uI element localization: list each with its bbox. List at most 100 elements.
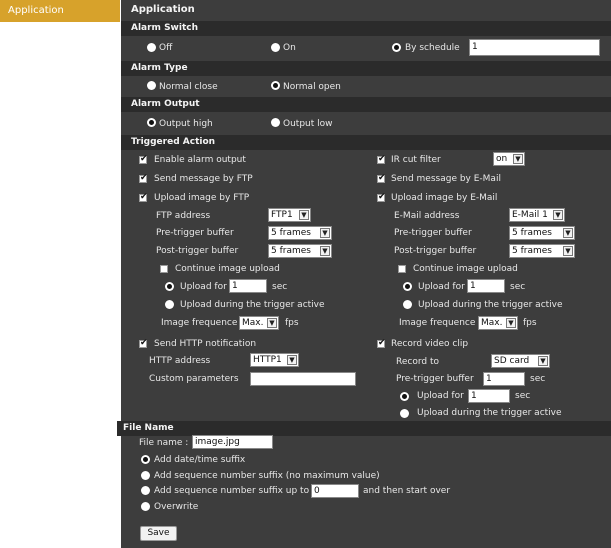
ftp-pre-trigger-select[interactable]: 5 frames ▼ xyxy=(268,226,332,240)
http-notification-label: Send HTTP notification xyxy=(154,339,257,349)
ftp-upload-for-radio[interactable] xyxy=(165,282,174,291)
alarm-type-normal-close-radio[interactable] xyxy=(147,81,156,90)
ftp-continue-upload-checkbox[interactable] xyxy=(160,265,168,273)
alarm-output-low-radio[interactable] xyxy=(271,118,280,127)
email-upload-during-label: Upload during the trigger active xyxy=(418,300,563,310)
alarm-type-normal-open-radio[interactable] xyxy=(271,81,280,90)
ftp-pre-trigger-label: Pre-trigger buffer xyxy=(156,228,234,238)
video-upload-for-input[interactable]: 1 xyxy=(468,389,510,403)
upload-email-label: Upload image by E-Mail xyxy=(391,193,498,203)
record-video-checkbox[interactable] xyxy=(377,338,386,348)
ftp-post-trigger-value: 5 frames xyxy=(271,246,311,256)
ftp-upload-during-radio[interactable] xyxy=(165,300,174,309)
http-address-select[interactable]: HTTP1 ▼ xyxy=(250,353,299,367)
alarm-type-normal-close-label: Normal close xyxy=(159,82,218,92)
send-email-label: Send message by E-Mail xyxy=(391,174,501,184)
ir-cut-filter-checkbox[interactable] xyxy=(377,154,386,164)
email-post-trigger-select[interactable]: 5 frames ▼ xyxy=(509,244,575,258)
enable-alarm-output-checkbox[interactable] xyxy=(139,154,148,164)
file-overwrite-radio[interactable] xyxy=(141,502,150,511)
email-address-select[interactable]: E-Mail 1 ▼ xyxy=(509,208,565,222)
ftp-upload-for-label: Upload for xyxy=(180,282,227,292)
alarm-output-high-radio[interactable] xyxy=(147,118,156,127)
email-address-label: E-Mail address xyxy=(394,211,460,221)
ftp-image-frequence-value: Max. xyxy=(242,318,264,328)
email-address-value: E-Mail 1 xyxy=(512,210,548,220)
file-name-input[interactable]: image.jpg xyxy=(192,435,273,449)
ftp-post-trigger-label: Post-trigger buffer xyxy=(156,246,239,256)
email-upload-during-radio[interactable] xyxy=(403,300,412,309)
section-header-alarm-type: Alarm Type xyxy=(121,61,611,76)
http-address-label: HTTP address xyxy=(149,356,211,366)
custom-parameters-input[interactable] xyxy=(250,372,356,386)
chevron-down-icon: ▼ xyxy=(506,318,516,328)
email-image-frequence-select[interactable]: Max. ▼ xyxy=(478,316,518,330)
custom-parameters-label: Custom parameters xyxy=(149,374,239,384)
file-suffix-sequence-upto-radio[interactable] xyxy=(141,486,150,495)
send-ftp-checkbox[interactable] xyxy=(139,173,148,183)
ftp-upload-for-input[interactable]: 1 xyxy=(229,279,267,293)
video-pre-trigger-label: Pre-trigger buffer xyxy=(396,374,474,384)
ftp-address-value: FTP1 xyxy=(271,210,293,220)
alarm-output-high-label: Output high xyxy=(159,119,213,129)
ftp-upload-during-label: Upload during the trigger active xyxy=(180,300,325,310)
send-ftp-label: Send message by FTP xyxy=(154,174,253,184)
alarm-output-low-label: Output low xyxy=(283,119,333,129)
video-upload-for-radio[interactable] xyxy=(400,392,409,401)
video-pre-trigger-input[interactable]: 1 xyxy=(483,372,525,386)
video-upload-during-radio[interactable] xyxy=(400,409,409,418)
schedule-input[interactable]: 1 xyxy=(469,39,600,56)
video-upload-for-label: Upload for xyxy=(417,391,464,401)
alarm-switch-schedule-label: By schedule xyxy=(405,43,460,53)
ftp-address-select[interactable]: FTP1 ▼ xyxy=(268,208,311,222)
ir-cut-filter-value: on xyxy=(496,154,508,164)
enable-alarm-output-label: Enable alarm output xyxy=(154,155,246,165)
http-address-value: HTTP1 xyxy=(253,355,282,365)
record-to-select[interactable]: SD card ▼ xyxy=(491,354,550,368)
record-to-value: SD card xyxy=(494,356,530,366)
upload-ftp-label: Upload image by FTP xyxy=(154,193,250,203)
alarm-switch-off-radio[interactable] xyxy=(147,43,156,52)
email-upload-for-radio[interactable] xyxy=(403,282,412,291)
ir-cut-filter-select[interactable]: on ▼ xyxy=(493,152,525,166)
sequence-max-input[interactable]: 0 xyxy=(311,484,359,498)
ftp-address-label: FTP address xyxy=(156,211,211,221)
start-over-label: and then start over xyxy=(363,486,451,496)
video-upload-for-unit: sec xyxy=(515,391,531,401)
chevron-down-icon: ▼ xyxy=(513,154,523,164)
sidebar-item-application[interactable]: Application xyxy=(0,0,120,22)
video-pre-trigger-unit: sec xyxy=(530,374,546,384)
record-to-label: Record to xyxy=(396,357,439,367)
ftp-continue-upload-label: Continue image upload xyxy=(175,264,280,274)
email-pre-trigger-value: 5 frames xyxy=(512,228,552,238)
email-pre-trigger-select[interactable]: 5 frames ▼ xyxy=(509,226,575,240)
ir-cut-filter-label: IR cut filter xyxy=(391,155,441,165)
file-suffix-datetime-radio[interactable] xyxy=(141,455,150,464)
alarm-switch-off-label: Off xyxy=(159,43,173,53)
email-upload-for-unit: sec xyxy=(510,282,526,292)
section-header-triggered-action: Triggered Action xyxy=(121,135,611,150)
record-video-label: Record video clip xyxy=(391,339,469,349)
chevron-down-icon: ▼ xyxy=(553,210,563,220)
ftp-image-frequence-select[interactable]: Max. ▼ xyxy=(239,316,279,330)
http-notification-checkbox[interactable] xyxy=(139,338,148,348)
file-overwrite-label: Overwrite xyxy=(154,502,199,512)
email-post-trigger-value: 5 frames xyxy=(512,246,552,256)
section-header-alarm-output: Alarm Output xyxy=(121,97,611,112)
chevron-down-icon: ▼ xyxy=(563,228,573,238)
send-email-checkbox[interactable] xyxy=(377,173,386,183)
ftp-post-trigger-select[interactable]: 5 frames ▼ xyxy=(268,244,332,258)
alarm-switch-on-radio[interactable] xyxy=(271,43,280,52)
email-pre-trigger-label: Pre-trigger buffer xyxy=(394,228,472,238)
file-suffix-sequence-radio[interactable] xyxy=(141,471,150,480)
upload-ftp-checkbox[interactable] xyxy=(139,192,148,202)
section-header-file-name: File Name xyxy=(117,421,611,436)
save-button[interactable]: Save xyxy=(140,526,177,541)
upload-email-checkbox[interactable] xyxy=(377,192,386,202)
file-name-label: File name : xyxy=(139,438,189,448)
alarm-switch-schedule-radio[interactable] xyxy=(392,43,401,52)
email-upload-for-input[interactable]: 1 xyxy=(467,279,505,293)
chevron-down-icon: ▼ xyxy=(320,246,330,256)
email-continue-upload-checkbox[interactable] xyxy=(398,265,406,273)
ftp-fps-unit: fps xyxy=(285,318,299,328)
